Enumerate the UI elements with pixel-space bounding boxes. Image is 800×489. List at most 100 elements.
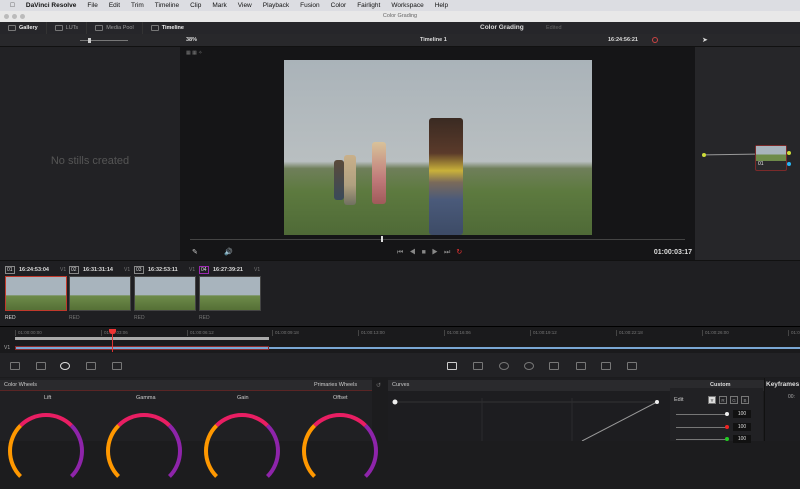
go-to-end-icon[interactable]: ⏭	[444, 249, 456, 256]
timeline-label: Timeline	[161, 25, 184, 31]
zoom-level[interactable]: 38%	[186, 37, 197, 43]
viewer-mode-icons[interactable]: ▦ ▦ ✧	[186, 50, 214, 56]
key-icon[interactable]	[576, 362, 586, 370]
hdr-icon[interactable]	[86, 362, 96, 370]
color-picker-icon[interactable]	[652, 37, 658, 43]
play-icon[interactable]: ▶	[432, 249, 444, 256]
qualifier-icon[interactable]	[473, 362, 483, 370]
play-reverse-icon[interactable]: ◀	[409, 249, 421, 256]
tracker-icon[interactable]	[524, 362, 534, 370]
menu-playback[interactable]: Playback	[263, 2, 289, 9]
node-input[interactable]	[702, 153, 706, 157]
wheel-label-offset: Offset	[333, 395, 348, 401]
channel-r-button[interactable]: R	[719, 396, 727, 404]
y-intensity-slider[interactable]	[676, 414, 728, 415]
slider-knob[interactable]	[725, 437, 729, 441]
luts-tab[interactable]: LUTs	[47, 22, 88, 34]
3d-icon[interactable]	[627, 362, 637, 370]
offset-wheel[interactable]	[302, 413, 378, 489]
media-pool-tab[interactable]: Media Pool	[87, 22, 143, 34]
gain-wheel[interactable]	[204, 413, 280, 489]
menu-edit[interactable]: Edit	[109, 2, 120, 9]
viewer-timecode: 01:00:03:17	[653, 249, 692, 256]
node-01[interactable]: 01	[755, 145, 787, 171]
curve-graph[interactable]	[392, 398, 667, 441]
apple-icon[interactable]: 	[10, 2, 15, 9]
sizing-icon[interactable]	[601, 362, 611, 370]
menu-fairlight[interactable]: Fairlight	[357, 2, 380, 9]
resolve-top-bar: Gallery LUTs Media Pool Timeline	[0, 22, 800, 34]
playhead[interactable]	[112, 331, 113, 352]
audio-icon[interactable]: 🔊	[224, 248, 233, 256]
menu-timeline[interactable]: Timeline	[155, 2, 179, 9]
timeline-clip-selected[interactable]	[15, 346, 269, 350]
menu-workspace[interactable]: Workspace	[391, 2, 423, 9]
slider-knob[interactable]	[725, 425, 729, 429]
channel-y-button[interactable]: Y	[708, 396, 716, 404]
clip-thumbnail[interactable]	[5, 276, 67, 311]
menu-view[interactable]: View	[238, 2, 252, 9]
node-output-alpha[interactable]	[787, 162, 791, 166]
minimize-window-button[interactable]	[12, 14, 17, 19]
color-picker-tool-icon[interactable]: ✎	[192, 248, 198, 256]
playhead-handle[interactable]	[109, 329, 116, 334]
color-match-icon[interactable]	[36, 362, 46, 370]
zoom-window-button[interactable]	[20, 14, 25, 19]
luts-label: LUTs	[65, 25, 79, 31]
wheel-label-lift: Lift	[44, 395, 52, 401]
timeline-selector[interactable]: Timeline 1	[420, 37, 447, 43]
transport-controls[interactable]: ⏮◀■▶⏭↻	[397, 248, 468, 257]
reset-icon[interactable]: ↺	[376, 382, 381, 389]
g-intensity-value[interactable]: 100	[733, 435, 751, 443]
timeline-clips[interactable]	[269, 347, 800, 349]
wheels-mode-dropdown[interactable]: Primaries Wheels	[314, 382, 357, 388]
camera-raw-icon[interactable]	[10, 362, 20, 370]
lift-wheel[interactable]	[8, 413, 84, 489]
menu-help[interactable]: Help	[435, 2, 448, 9]
menu-fusion[interactable]: Fusion	[300, 2, 320, 9]
g-intensity-slider[interactable]	[676, 439, 728, 440]
gallery-label: Gallery	[19, 25, 38, 31]
node-thumbnail	[756, 146, 786, 161]
wheel-label-gamma: Gamma	[136, 395, 156, 401]
menu-trim[interactable]: Trim	[131, 2, 144, 9]
scrubber-playhead[interactable]	[381, 236, 383, 242]
menu-app[interactable]: DaVinci Resolve	[26, 2, 76, 9]
menu-color[interactable]: Color	[331, 2, 347, 9]
node-output-rgb[interactable]	[787, 151, 791, 155]
panel-title: Color Wheels	[4, 382, 38, 388]
menu-file[interactable]: File	[87, 2, 97, 9]
slider-handle[interactable]	[88, 38, 91, 43]
loop-icon[interactable]: ↻	[456, 249, 468, 256]
gallery-tab[interactable]: Gallery	[0, 22, 47, 34]
viewer-scrubber[interactable]	[190, 239, 685, 240]
channel-g-button[interactable]: G	[730, 396, 738, 404]
stop-icon[interactable]: ■	[422, 249, 432, 256]
clip-thumbnail[interactable]	[69, 276, 131, 311]
gallery-icon	[8, 25, 16, 31]
y-intensity-value[interactable]: 100	[733, 410, 751, 418]
menu-clip[interactable]: Clip	[190, 2, 201, 9]
pointer-icon[interactable]: ➤	[702, 36, 708, 44]
clip-thumbnail[interactable]	[134, 276, 196, 311]
clip-number: 02	[69, 266, 79, 274]
go-to-start-icon[interactable]: ⏮	[397, 249, 409, 256]
blur-icon[interactable]	[549, 362, 559, 370]
color-wheels-icon[interactable]	[60, 362, 70, 370]
ruler-tick: 01:00:16:06	[444, 330, 471, 336]
rgb-mixer-icon[interactable]	[112, 362, 122, 370]
window-icon[interactable]	[499, 362, 509, 370]
clip-timecode: 16:32:53:11	[148, 267, 178, 273]
curves-icon[interactable]	[447, 362, 457, 370]
timeline-icon	[150, 25, 159, 31]
source-timecode[interactable]: 16:24:56:21	[608, 37, 638, 43]
r-intensity-value[interactable]: 100	[733, 423, 751, 431]
gamma-wheel[interactable]	[106, 413, 182, 489]
channel-b-button[interactable]: B	[741, 396, 749, 404]
timeline-tab[interactable]: Timeline	[143, 22, 192, 34]
slider-knob[interactable]	[725, 412, 729, 416]
menu-mark[interactable]: Mark	[212, 2, 226, 9]
close-window-button[interactable]	[4, 14, 9, 19]
r-intensity-slider[interactable]	[676, 427, 728, 428]
clip-thumbnail[interactable]	[199, 276, 261, 311]
